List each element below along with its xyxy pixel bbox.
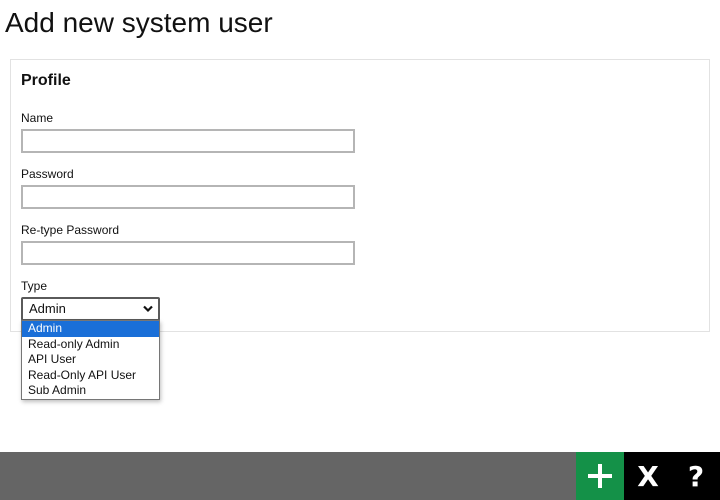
- close-button[interactable]: X: [624, 452, 672, 500]
- type-select-value: Admin: [29, 301, 66, 316]
- type-option-read-only-admin[interactable]: Read-only Admin: [22, 337, 159, 353]
- name-input[interactable]: [21, 129, 355, 153]
- password-label: Password: [21, 167, 74, 181]
- name-label: Name: [21, 111, 54, 125]
- retype-password-label: Re-type Password: [21, 223, 120, 237]
- type-option-admin[interactable]: Admin: [22, 321, 159, 337]
- password-input[interactable]: [21, 185, 355, 209]
- retype-password-input[interactable]: [21, 241, 355, 265]
- page-title: Add new system user: [5, 7, 273, 38]
- type-dropdown-list: Admin Read-only Admin API User Read-Only…: [21, 320, 160, 400]
- type-option-read-only-api-user[interactable]: Read-Only API User: [22, 368, 159, 384]
- type-option-api-user[interactable]: API User: [22, 352, 159, 368]
- close-icon: X: [637, 459, 659, 493]
- help-icon: ?: [687, 459, 705, 493]
- type-option-sub-admin[interactable]: Sub Admin: [22, 383, 159, 399]
- add-button[interactable]: [576, 452, 624, 500]
- plus-icon: [588, 464, 612, 488]
- bottom-toolbar: X ?: [0, 452, 720, 500]
- profile-panel: Profile Name Password Re-type Password T…: [10, 59, 710, 332]
- type-select[interactable]: Admin: [21, 297, 160, 321]
- help-button[interactable]: ?: [672, 452, 720, 500]
- chevron-down-icon: [143, 305, 153, 313]
- profile-title: Profile: [21, 72, 71, 89]
- type-label: Type: [21, 279, 48, 293]
